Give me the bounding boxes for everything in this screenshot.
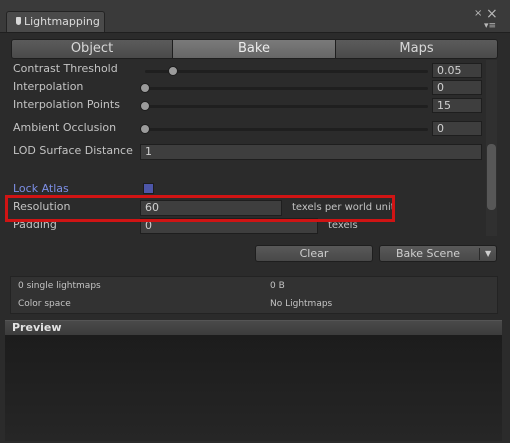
lightmap-count: 0 single lightmaps [18, 281, 101, 291]
dropdown-divider [479, 248, 480, 260]
lightbulb-icon [16, 17, 21, 25]
color-space-label: Color space [18, 299, 71, 309]
contrast-threshold-slider[interactable] [145, 70, 428, 73]
lightmapping-tab[interactable]: Lightmapping [6, 11, 105, 32]
lightmapping-window: Lightmapping × × ▾≡ Object Bake Maps Con… [0, 0, 510, 443]
color-space-value: No Lightmaps [270, 299, 333, 309]
interpolation-field[interactable]: 0 [432, 80, 482, 95]
lod-surface-distance-label: LOD Surface Distance [13, 144, 133, 157]
contrast-threshold-thumb[interactable] [168, 66, 178, 76]
close-icon[interactable]: × [486, 7, 498, 21]
lightmap-stats-panel: 0 single lightmaps 0 B Color space No Li… [10, 276, 498, 314]
ambient-occlusion-slider[interactable] [145, 128, 428, 131]
ambient-occlusion-label: Ambient Occlusion [13, 121, 117, 134]
interpolation-points-thumb[interactable] [140, 101, 150, 111]
preview-area [5, 335, 502, 441]
ambient-occlusion-field[interactable]: 0 [432, 121, 482, 136]
ambient-occlusion-thumb[interactable] [140, 124, 150, 134]
tab-object[interactable]: Object [11, 39, 173, 59]
chevron-down-icon[interactable]: ▼ [485, 246, 491, 261]
clear-button[interactable]: Clear [255, 245, 373, 262]
divider [0, 32, 510, 33]
lock-atlas-checkbox[interactable] [143, 183, 154, 194]
settings-scrollbar[interactable] [486, 60, 497, 236]
preview-header[interactable]: Preview [5, 320, 502, 335]
tab-title: Lightmapping [24, 15, 100, 28]
bake-scene-label: Bake Scene [396, 247, 461, 260]
contrast-threshold-field[interactable]: 0.05 [432, 63, 482, 78]
interpolation-points-field[interactable]: 15 [432, 98, 482, 113]
bake-scene-button[interactable]: Bake Scene ▼ [379, 245, 497, 262]
interpolation-slider[interactable] [145, 87, 428, 90]
scrollbar-thumb[interactable] [487, 144, 496, 210]
lightmap-size: 0 B [270, 281, 285, 291]
close-window-icon[interactable]: × [474, 9, 482, 19]
mode-tabs: Object Bake Maps [11, 39, 498, 59]
tab-bake[interactable]: Bake [172, 39, 336, 59]
interpolation-points-label: Interpolation Points [13, 98, 120, 111]
interpolation-label: Interpolation [13, 80, 84, 93]
interpolation-points-slider[interactable] [145, 105, 428, 108]
panel-menu-icon[interactable]: ▾≡ [484, 21, 496, 31]
contrast-threshold-label: Contrast Threshold [13, 62, 118, 75]
lod-surface-distance-field[interactable]: 1 [140, 144, 482, 160]
lock-atlas-label: Lock Atlas [13, 182, 69, 195]
resolution-highlight-box [5, 195, 395, 222]
tab-maps[interactable]: Maps [335, 39, 498, 59]
interpolation-thumb[interactable] [140, 83, 150, 93]
preview-title: Preview [12, 321, 62, 334]
